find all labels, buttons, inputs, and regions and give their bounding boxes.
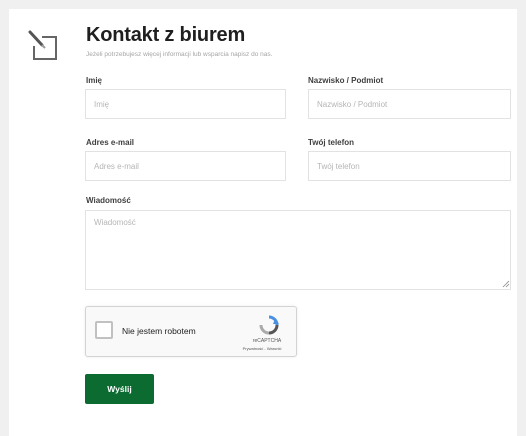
last-name-input[interactable] <box>308 89 511 119</box>
message-label: Wiadomość <box>86 196 131 205</box>
recaptcha-logo-icon <box>259 315 279 335</box>
recaptcha-label: Nie jestem robotem <box>122 326 196 336</box>
recaptcha-checkbox[interactable] <box>95 321 113 339</box>
recaptcha-widget: Nie jestem robotem reCAPTCHA Prywatność … <box>85 306 297 357</box>
phone-input[interactable] <box>308 151 511 181</box>
email-input[interactable] <box>85 151 286 181</box>
recaptcha-terms-link[interactable]: Prywatność - Warunki <box>231 346 293 351</box>
last-name-label: Nazwisko / Podmiot <box>308 76 384 85</box>
message-textarea[interactable] <box>85 210 511 290</box>
first-name-input[interactable] <box>85 89 286 119</box>
recaptcha-brand: reCAPTCHA <box>252 338 282 344</box>
email-label: Adres e-mail <box>86 138 135 147</box>
resize-grip-icon[interactable] <box>502 280 510 288</box>
form-subtitle: Jeżeli potrzebujesz więcej informacji lu… <box>86 51 273 58</box>
form-title: Kontakt z biurem <box>86 24 246 46</box>
send-button[interactable]: Wyślij <box>85 374 154 404</box>
first-name-label: Imię <box>86 76 103 85</box>
phone-label: Twój telefon <box>308 138 355 147</box>
pencil-edit-icon <box>28 30 57 60</box>
